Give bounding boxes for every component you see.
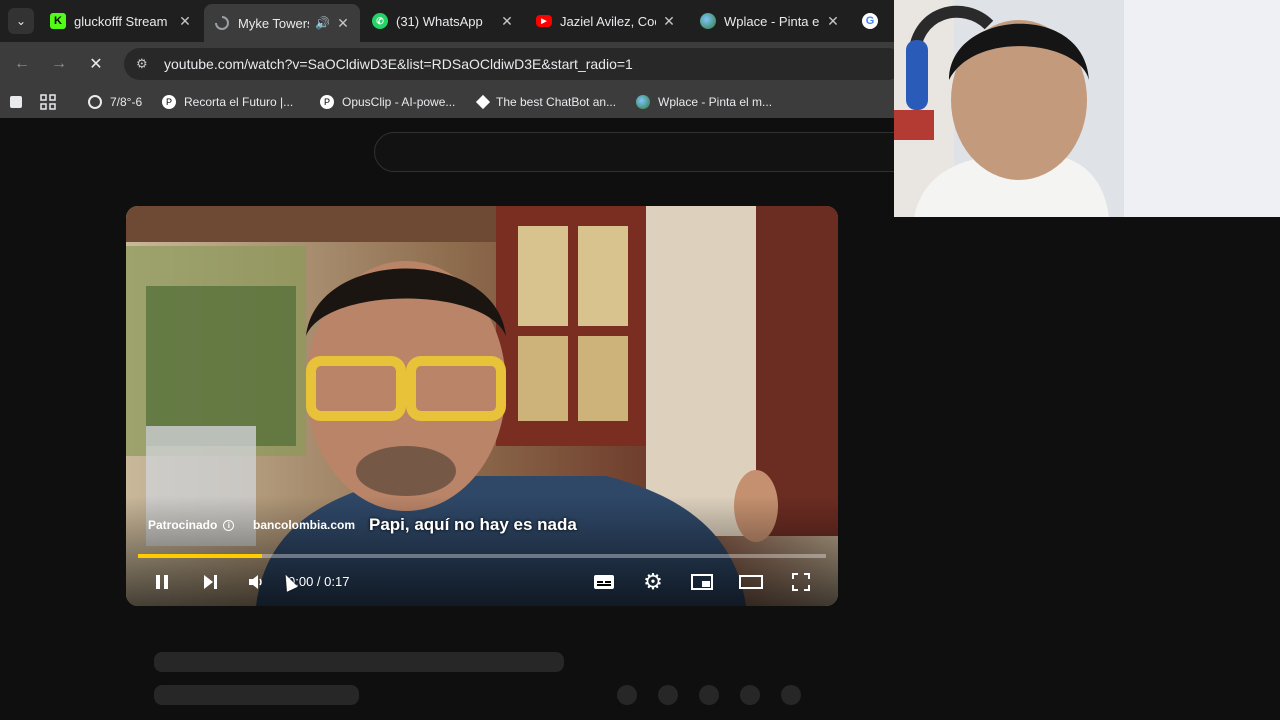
tab-whatsapp[interactable]: ✆ (31) WhatsApp ✕ xyxy=(362,6,524,36)
theater-icon xyxy=(739,575,763,589)
bookmark-label: 7/8°-6 xyxy=(110,95,143,109)
video-caption: Papi, aquí no hay es nada xyxy=(369,515,577,534)
subtitles-button[interactable] xyxy=(590,570,618,594)
volume-icon xyxy=(249,575,262,589)
pause-icon xyxy=(156,575,168,589)
bookmark-label: Recorta el Futuro |... xyxy=(184,95,294,109)
advertiser-link[interactable]: bancolombia.com xyxy=(253,518,355,532)
bookmark-label: The best ChatBot an... xyxy=(496,95,617,109)
tab-title: Jaziel Avilez, Coc xyxy=(560,13,656,29)
back-arrow-icon[interactable]: ← xyxy=(10,52,34,76)
action-skeleton xyxy=(781,685,801,705)
bookmark-opusclip[interactable]: P OpusClip - AI-powe... xyxy=(320,92,455,112)
info-icon[interactable]: i xyxy=(223,519,235,531)
tab-jaziel-avilez[interactable]: ▶ Jaziel Avilez, Coc ✕ xyxy=(526,6,686,36)
tab-gluckofff[interactable]: K gluckofff Stream ✕ xyxy=(40,6,202,36)
bookmark-wplace[interactable]: Wplace - Pinta el m... xyxy=(636,92,772,112)
tab-title: gluckofff Stream xyxy=(74,13,168,29)
close-icon[interactable]: ✕ xyxy=(178,13,192,30)
bookmark-weather[interactable]: 7/8°-6 xyxy=(88,92,142,112)
miniplayer-button[interactable] xyxy=(688,570,716,594)
p-icon: P xyxy=(320,95,334,109)
whatsapp-icon: ✆ xyxy=(372,13,388,29)
tab-title: Myke Towers xyxy=(238,15,310,31)
tab-wplace[interactable]: Wplace - Pinta e ✕ xyxy=(690,6,850,36)
tab-title: Wplace - Pinta e xyxy=(724,13,820,29)
theater-mode-button[interactable] xyxy=(737,570,765,594)
title-skeleton xyxy=(154,652,564,672)
address-bar[interactable]: ⚙ youtube.com/watch?v=SaOCldiwD3E&list=R… xyxy=(124,48,904,80)
close-icon[interactable]: ✕ xyxy=(336,15,350,32)
fullscreen-icon xyxy=(792,573,810,591)
loading-icon xyxy=(214,15,230,31)
bookmark-label: OpusClip - AI-powe... xyxy=(342,95,456,109)
tab-search-chevron-icon[interactable]: ⌄ xyxy=(8,8,34,34)
bookmark-recorta[interactable]: P Recorta el Futuro |... xyxy=(162,92,293,112)
action-skeleton xyxy=(699,685,719,705)
sponsored-text: Patrocinado xyxy=(148,518,218,532)
apps-grid-icon[interactable] xyxy=(40,92,56,112)
close-icon[interactable]: ✕ xyxy=(826,13,840,30)
fullscreen-button[interactable] xyxy=(787,570,815,594)
tab-groups-icon[interactable] xyxy=(10,92,22,112)
tab-title: (31) WhatsApp xyxy=(396,13,483,29)
action-skeleton xyxy=(617,685,637,705)
forward-arrow-icon[interactable]: → xyxy=(47,52,71,76)
action-skeleton xyxy=(658,685,678,705)
progress-fill xyxy=(138,554,262,558)
settings-button[interactable]: ⚙ xyxy=(639,569,667,594)
progress-bar[interactable] xyxy=(138,554,826,558)
globe-icon xyxy=(700,13,716,29)
video-player[interactable]: Patrocinado i bancolombia.com Papi, aquí… xyxy=(126,206,838,606)
gear-icon: ⚙ xyxy=(643,569,663,594)
speaker-icon[interactable]: 🔊 xyxy=(315,16,330,30)
pause-button[interactable] xyxy=(148,570,176,594)
bookmark-chatbot[interactable]: The best ChatBot an... xyxy=(475,92,617,112)
next-button[interactable] xyxy=(196,570,224,594)
tab-google[interactable]: G jc xyxy=(852,6,896,36)
webcam-overlay xyxy=(894,0,1280,217)
close-icon[interactable]: ✕ xyxy=(662,13,676,30)
google-icon: G xyxy=(862,13,878,29)
url-text[interactable]: youtube.com/watch?v=SaOCldiwD3E&list=RDS… xyxy=(164,56,633,72)
weather-icon xyxy=(88,95,102,109)
diamond-icon xyxy=(475,94,491,110)
sponsored-label: Patrocinado i xyxy=(148,518,235,532)
tab-myke-towers[interactable]: Myke Towers 🔊 ✕ xyxy=(204,4,360,42)
youtube-icon: ▶ xyxy=(536,15,552,27)
youtube-search-box[interactable] xyxy=(374,132,914,172)
channel-skeleton xyxy=(154,685,359,705)
webcam-frame xyxy=(894,0,1280,217)
stop-loading-icon[interactable]: ✕ xyxy=(84,52,108,76)
site-settings-icon[interactable]: ⚙ xyxy=(136,56,152,72)
subtitles-icon xyxy=(594,575,614,589)
globe-icon xyxy=(636,95,650,109)
close-icon[interactable]: ✕ xyxy=(500,13,514,30)
next-icon xyxy=(204,575,217,589)
action-skeleton xyxy=(740,685,760,705)
controls-gradient xyxy=(126,496,838,606)
kick-icon: K xyxy=(50,13,66,29)
miniplayer-icon xyxy=(691,574,713,590)
volume-button[interactable] xyxy=(242,570,270,594)
bookmark-label: Wplace - Pinta el m... xyxy=(658,95,773,109)
p-icon: P xyxy=(162,95,176,109)
